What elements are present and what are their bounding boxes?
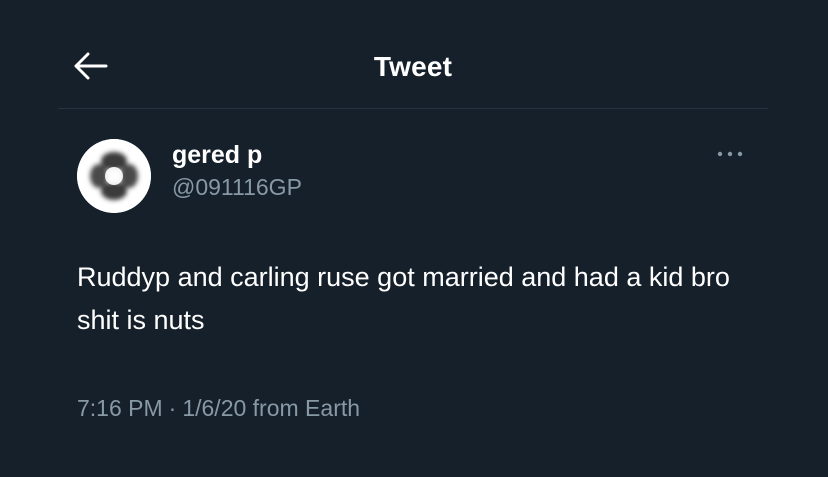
author-handle[interactable]: @091116GP: [172, 173, 302, 201]
page-title: Tweet: [373, 51, 453, 82]
tweet-time[interactable]: 7:16 PM: [77, 395, 163, 421]
top-nav-header: Tweet: [58, 22, 768, 109]
tweet-date[interactable]: 1/6/20: [182, 395, 246, 421]
tweet-meta: 7:16 PM · 1/6/20 from Earth: [77, 393, 360, 423]
more-dots-icon: [717, 151, 743, 157]
meta-separator: ·: [168, 395, 177, 421]
tweet-source: from Earth: [252, 395, 361, 421]
author-display-name[interactable]: gered p: [172, 140, 262, 170]
tweet-text: Ruddyp and carling ruse got married and …: [77, 262, 730, 335]
avatar[interactable]: [77, 139, 151, 213]
more-options-button[interactable]: [712, 142, 748, 166]
avatar-image: [77, 139, 151, 213]
